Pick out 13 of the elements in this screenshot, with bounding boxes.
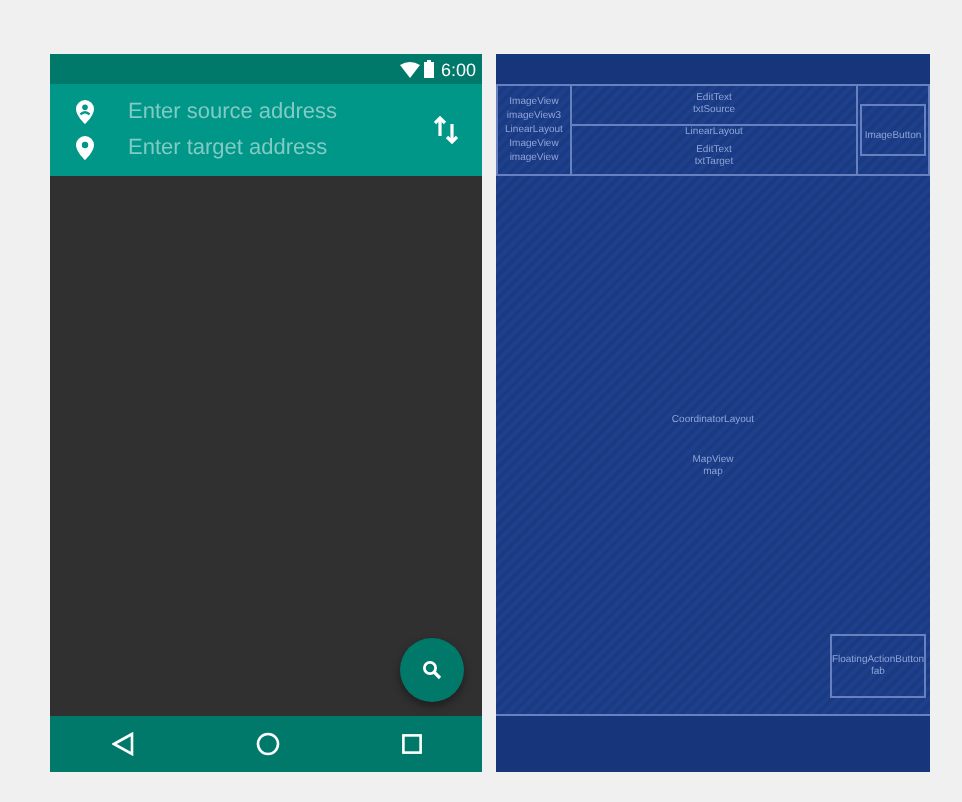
recents-icon[interactable]: [401, 734, 421, 754]
target-address-field[interactable]: Enter target address: [128, 136, 388, 160]
location-pin-icon: [76, 136, 94, 160]
search-icon: [422, 660, 442, 680]
source-address-field[interactable]: Enter source address: [128, 100, 388, 124]
swap-icon[interactable]: [434, 116, 458, 144]
battery-icon: [424, 60, 435, 78]
back-icon[interactable]: [111, 732, 133, 756]
home-icon[interactable]: [255, 732, 279, 756]
search-button[interactable]: [400, 638, 464, 702]
location-pin-icon: [76, 100, 94, 124]
clock-time: 6:00: [440, 59, 476, 79]
wifi-icon: [400, 61, 421, 77]
